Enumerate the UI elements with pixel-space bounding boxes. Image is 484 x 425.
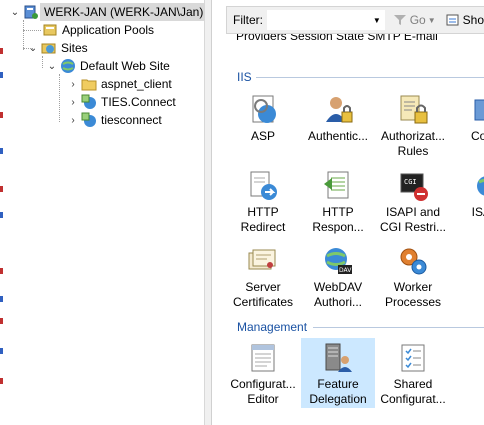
collapse-arrow-icon[interactable]: ⌄: [8, 3, 22, 21]
feature-label: ASP: [250, 129, 275, 143]
feature-label: Worker Processes: [384, 280, 442, 309]
tree-label-aspnet-client: aspnet_client: [101, 77, 172, 91]
feature-http-redirect[interactable]: HTTP Redirect: [226, 166, 300, 236]
feature-configuration-editor[interactable]: Configurat... Editor: [226, 338, 300, 408]
feature-isapi-cgi-restrictions[interactable]: CGI ISAPI and CGI Restri...: [376, 166, 450, 236]
go-dropdown-icon: ▼: [427, 15, 436, 25]
server-certificates-icon: [247, 245, 279, 277]
feature-delegation-icon: [322, 342, 354, 374]
filter-label: Filter:: [233, 13, 263, 27]
feature-label: Shared Configurat...: [380, 377, 446, 406]
feature-label: HTTP Redirect: [240, 205, 286, 234]
show-label: Sho: [462, 13, 484, 27]
feature-webdav-authoring[interactable]: DAV WebDAV Authori...: [301, 241, 375, 311]
tree-item-app-pools[interactable]: Application Pools: [41, 21, 157, 39]
tree-label-app-pools: Application Pools: [62, 23, 155, 37]
expand-arrow-icon[interactable]: ›: [66, 75, 80, 93]
webdav-icon: DAV: [322, 245, 354, 277]
collapse-arrow-icon[interactable]: ⌄: [26, 39, 40, 57]
authorization-rules-icon: [397, 94, 429, 126]
connections-tree: ⌄ WERK-JAN (WERK-JAN\Jan) Application Po…: [6, 0, 205, 425]
collapse-arrow-icon[interactable]: ⌄: [45, 57, 59, 75]
feature-server-certificates[interactable]: Server Certificates: [226, 241, 300, 311]
asp-icon: [247, 94, 279, 126]
feature-label: Configurat... Editor: [230, 377, 296, 406]
feature-asp[interactable]: ASP: [226, 90, 300, 160]
http-response-icon: [322, 170, 354, 202]
show-all-button[interactable]: Sho: [446, 13, 484, 27]
feature-label: Authentic...: [307, 129, 369, 143]
go-label: Go: [409, 13, 426, 27]
tree-item-default-site[interactable]: ⌄ Default Web Site: [45, 57, 173, 75]
sites-folder-icon: [40, 39, 58, 57]
http-redirect-icon: [247, 170, 279, 202]
application-pools-icon: [41, 21, 59, 39]
feature-label: Feature Delegation: [309, 377, 367, 406]
folder-icon: [80, 75, 98, 93]
feature-compression[interactable]: Comp: [450, 90, 484, 160]
worker-processes-icon: [397, 245, 429, 277]
section-divider: [313, 327, 484, 328]
feature-label: WebDAV Authori...: [313, 280, 363, 309]
tree-item-aspnet-client[interactable]: › aspnet_client: [66, 75, 175, 93]
isapi-filters-icon: [471, 170, 484, 202]
tree-item-sites[interactable]: ⌄ Sites: [26, 39, 91, 57]
globe-icon: [59, 57, 77, 75]
pane-divider: [211, 0, 212, 425]
feature-label: ISAPI: [471, 205, 484, 219]
feature-http-response-headers[interactable]: HTTP Respon...: [301, 166, 375, 236]
tree-item-server[interactable]: ⌄ WERK-JAN (WERK-JAN\Jan): [8, 3, 204, 21]
feature-label: Server Certificates: [232, 280, 294, 309]
filter-toolbar: Filter: ▼ Go ▼ Sho: [226, 6, 484, 34]
funnel-icon: [393, 15, 406, 25]
feature-label: Comp: [470, 129, 484, 143]
show-all-icon: [446, 14, 459, 26]
section-title-iis: IIS: [237, 70, 252, 84]
feature-feature-delegation[interactable]: Feature Delegation: [301, 338, 375, 408]
authentication-icon: [322, 94, 354, 126]
feature-worker-processes[interactable]: Worker Processes: [376, 241, 450, 311]
truncated-feature-row: Providers Session State SMTP E-mail: [236, 34, 438, 43]
tree-label-sites: Sites: [61, 41, 88, 55]
section-divider: [256, 77, 484, 78]
tree-item-tiesconnect[interactable]: › tiesconnect: [66, 111, 165, 129]
server-icon: [22, 3, 40, 21]
expand-arrow-icon[interactable]: ›: [66, 93, 80, 111]
shared-configuration-icon: [397, 342, 429, 374]
expand-arrow-icon[interactable]: ›: [66, 111, 80, 129]
feature-label: ISAPI and CGI Restri...: [379, 205, 446, 234]
isapi-cgi-icon: CGI: [397, 170, 429, 202]
tree-label-default-site: Default Web Site: [80, 59, 170, 73]
dropdown-arrow-icon[interactable]: ▼: [371, 16, 383, 25]
feature-shared-configuration[interactable]: Shared Configurat...: [376, 338, 450, 408]
tree-label-tiesconnect: tiesconnect: [101, 113, 162, 127]
compression-icon: [471, 94, 484, 126]
feature-label: Authorizat... Rules: [380, 129, 446, 158]
feature-authorization-rules[interactable]: Authorizat... Rules: [376, 90, 450, 160]
tree-label-server: WERK-JAN (WERK-JAN\Jan): [40, 3, 204, 21]
web-application-icon: [80, 111, 98, 129]
feature-authentication[interactable]: Authentic...: [301, 90, 375, 160]
tree-label-ties-connect: TIES.Connect: [101, 95, 176, 109]
svg-text:CGI: CGI: [404, 178, 417, 186]
features-view: Providers Session State SMTP E-mail IIS …: [226, 34, 484, 425]
feature-isapi-filters[interactable]: ISAPI: [450, 166, 484, 236]
feature-label: HTTP Respon...: [312, 205, 364, 234]
configuration-editor-icon: [247, 342, 279, 374]
filter-input[interactable]: [267, 10, 385, 30]
tree-item-ties-connect[interactable]: › TIES.Connect: [66, 93, 179, 111]
section-title-management: Management: [237, 320, 308, 334]
go-button[interactable]: Go ▼: [393, 13, 436, 27]
svg-text:DAV: DAV: [339, 267, 352, 274]
web-application-icon: [80, 93, 98, 111]
